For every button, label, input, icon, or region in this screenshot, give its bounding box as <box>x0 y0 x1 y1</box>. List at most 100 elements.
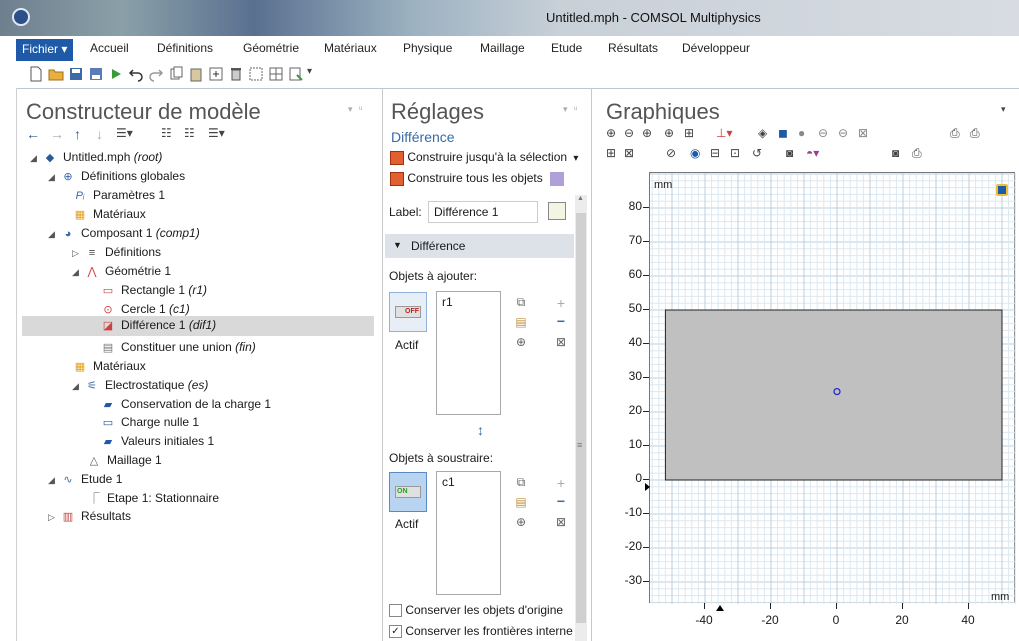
tree-node-geometry[interactable]: ◢ ⋀ Géométrie 1 <box>72 262 171 281</box>
add-to-selection-icon[interactable]: + <box>553 475 569 491</box>
clear-selection-icon[interactable]: ⊠ <box>553 515 569 529</box>
hide-objects-icon[interactable]: ⊘ <box>666 146 676 160</box>
zoom-out-icon[interactable]: ⊖ <box>624 126 634 140</box>
grid-select-icon[interactable] <box>268 66 284 82</box>
tree-node-study-step[interactable]: ⎾ Etape 1: Stationnaire <box>86 489 220 508</box>
tree-node-parameters[interactable]: Pᵢ Paramètres 1 <box>72 186 165 205</box>
print-graphics-icon[interactable]: ⎙ <box>912 146 922 161</box>
report-icon[interactable] <box>288 66 304 82</box>
select-boundaries-icon[interactable]: ● <box>798 126 805 140</box>
delete-icon[interactable] <box>228 66 244 82</box>
select-icon[interactable] <box>248 66 264 82</box>
tree-node-root[interactable]: ◢ ◆ Untitled.mph (root) <box>30 148 162 167</box>
build-selected-button[interactable]: Construire jusqu'à la sélection ▾ <box>390 150 578 165</box>
back-arrow-icon[interactable]: ← <box>26 126 40 142</box>
objects-to-add-list[interactable]: r1 <box>436 291 501 415</box>
print-icon[interactable]: ⎙ <box>950 126 960 141</box>
select-points-icon[interactable]: ⊖ <box>838 126 848 140</box>
collapse-all-icon[interactable]: ☷ <box>161 126 172 140</box>
run-icon[interactable] <box>108 66 124 82</box>
build-all-button[interactable]: Construire tous les objets <box>390 171 565 186</box>
objects-to-subtract-toggle[interactable]: ON <box>389 472 427 512</box>
remove-from-selection-icon[interactable]: − <box>553 493 569 509</box>
collapse-triangle-icon[interactable]: ◢ <box>72 377 84 396</box>
tree-node-form-union[interactable]: ▤ Constituer une union (fin) <box>100 338 256 357</box>
show-grid-icon[interactable]: ⊟ <box>710 146 720 160</box>
menu-fichier[interactable]: Fichier ▾ <box>16 39 74 61</box>
zoom-to-selection-icon[interactable]: ⊕ <box>513 335 529 349</box>
tree-node-definitions[interactable]: ▷ ≡ Définitions <box>72 243 161 262</box>
toolbar-more-icon[interactable]: ▾ <box>307 66 323 82</box>
tree-node-initial-values[interactable]: ▰ Valeurs initiales 1 <box>100 432 214 451</box>
tree-node-charge-conservation[interactable]: ▰ Conservation de la charge 1 <box>100 395 271 414</box>
forward-arrow-icon[interactable]: → <box>50 126 64 142</box>
list-item[interactable]: r1 <box>437 292 500 312</box>
copy-selection-icon[interactable]: ⧉ <box>513 295 529 310</box>
select-all-icon[interactable]: ⊞ <box>606 146 616 160</box>
tree-node-materials-global[interactable]: ▦ Matériaux <box>72 205 146 224</box>
reset-hiding-icon[interactable]: ⊡ <box>730 146 740 160</box>
menu-developpeur[interactable]: Développeur <box>682 41 750 55</box>
tree-node-results[interactable]: ▷ ▥ Résultats <box>48 507 131 526</box>
tree-node-zero-charge[interactable]: ▭ Charge nulle 1 <box>100 413 199 432</box>
zoom-extents-icon[interactable]: ⊞ <box>684 126 694 140</box>
menu-physique[interactable]: Physique <box>403 41 452 55</box>
color-table-icon[interactable]: ◓▾ <box>806 146 819 160</box>
axis-orientation-icon[interactable]: ⊥▾ <box>716 126 732 140</box>
save-icon[interactable] <box>68 66 84 82</box>
expand-all-icon[interactable]: ☷ <box>184 126 195 140</box>
comsol-app-icon[interactable] <box>12 8 30 26</box>
objects-to-add-toggle[interactable]: OFF <box>389 292 427 332</box>
model-builder-pin-icon[interactable]: ▾ ᵘ <box>348 104 364 115</box>
collapse-triangle-icon[interactable]: ◢ <box>48 471 60 490</box>
undo-icon[interactable] <box>128 66 144 82</box>
objects-to-subtract-list[interactable]: c1 <box>436 471 501 595</box>
zoom-box-icon[interactable]: ⊕ <box>642 126 652 140</box>
settings-pin-icon[interactable]: ▾ ᵘ <box>563 104 579 115</box>
paste-icon[interactable] <box>188 66 204 82</box>
label-field[interactable]: Différence 1 <box>428 201 538 223</box>
scene-light-icon[interactable]: ◙ <box>786 146 793 160</box>
collapse-triangle-icon[interactable]: ◢ <box>72 263 84 282</box>
tree-node-mesh[interactable]: △ Maillage 1 <box>86 451 162 470</box>
down-arrow-icon[interactable]: ↓ <box>96 126 103 142</box>
collapse-triangle-icon[interactable]: ◢ <box>30 149 42 168</box>
clear-selection-icon[interactable]: ⊠ <box>553 335 569 349</box>
tree-node-study[interactable]: ◢ ∿ Etude 1 <box>48 470 122 489</box>
menu-accueil[interactable]: Accueil <box>90 41 129 55</box>
rotate-icon[interactable]: ↺ <box>752 146 762 160</box>
menu-etude[interactable]: Etude <box>551 41 582 55</box>
image-snapshot-icon[interactable]: ⎙ <box>970 126 980 141</box>
zoom-in-icon[interactable]: ⊕ <box>606 126 616 140</box>
settings-scrollbar[interactable]: ▲ ≡ <box>575 195 587 641</box>
menu-definitions[interactable]: Définitions <box>157 41 213 55</box>
graphics-sync-icon[interactable] <box>550 171 565 186</box>
zoom-selected-icon[interactable]: ⊕ <box>664 126 674 140</box>
select-box-icon[interactable]: ⊠ <box>858 126 868 140</box>
tree-node-electrostatics[interactable]: ◢ ⚟ Electrostatique (es) <box>72 376 208 395</box>
paste-selection-icon[interactable]: ▤ <box>513 495 529 509</box>
collapse-triangle-icon[interactable]: ◢ <box>48 225 60 244</box>
copy-icon[interactable] <box>168 66 184 82</box>
tree-node-difference[interactable]: ◪ Différence 1 (dif1) <box>22 316 374 336</box>
select-domains-icon[interactable]: ◼ <box>778 126 788 140</box>
open-folder-icon[interactable] <box>48 66 64 82</box>
remove-from-selection-icon[interactable]: − <box>553 313 569 329</box>
tree-node-global-definitions[interactable]: ◢ ⊕ Définitions globales <box>48 167 185 186</box>
menu-maillage[interactable]: Maillage <box>480 41 525 55</box>
copy-selection-icon[interactable]: ⧉ <box>513 475 529 490</box>
difference-section-header[interactable]: ▼ Différence <box>385 234 574 258</box>
duplicate-icon[interactable] <box>208 66 224 82</box>
menu-materiaux[interactable]: Matériaux <box>324 41 377 55</box>
tree-options-icon[interactable]: ☰▾ <box>208 126 225 140</box>
menu-resultats[interactable]: Résultats <box>608 41 658 55</box>
add-to-selection-icon[interactable]: + <box>553 295 569 311</box>
collapse-triangle-icon[interactable]: ◢ <box>48 168 60 187</box>
keep-interior-boundaries-checkbox[interactable]: ✓ Conserver les frontières interne <box>389 624 573 639</box>
paste-selection-icon[interactable]: ▤ <box>513 315 529 329</box>
keep-input-objects-checkbox[interactable]: Conserver les objets d'origine <box>389 603 563 618</box>
tree-node-rectangle[interactable]: ▭ Rectangle 1 (r1) <box>100 281 207 300</box>
show-options-icon[interactable]: ☰▾ <box>116 126 133 140</box>
label-edit-icon[interactable] <box>548 202 566 220</box>
scroll-up-icon[interactable]: ▲ <box>577 195 584 202</box>
